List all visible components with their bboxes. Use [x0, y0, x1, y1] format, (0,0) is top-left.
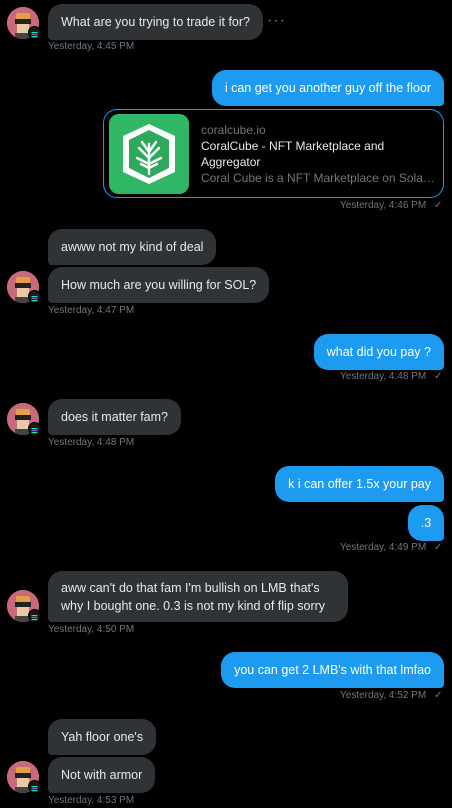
message-bubble[interactable]: awww not my kind of deal — [48, 229, 217, 265]
message-bubble[interactable]: What are you trying to trade it for? — [48, 4, 263, 40]
solana-badge-icon — [28, 609, 41, 622]
message-timestamp: Yesterday, 4:50 PM — [48, 624, 135, 635]
more-options-icon[interactable]: ··· — [267, 12, 286, 30]
read-receipt-icon: ✓ — [434, 690, 443, 701]
message-bubble[interactable]: k i can offer 1.5x your pay — [275, 466, 444, 502]
link-title: CoralCube - NFT Marketplace and Aggregat… — [201, 138, 385, 169]
read-receipt-icon: ✓ — [434, 542, 443, 553]
message-bubble[interactable]: does it matter fam? — [48, 399, 181, 435]
message-bubble[interactable]: i can get you another guy off the floor — [211, 70, 444, 106]
message-bubble[interactable]: Not with armor — [48, 757, 156, 793]
message-timestamp: Yesterday, 4:48 PM — [340, 371, 427, 382]
message-bubble[interactable]: what did you pay ? — [313, 334, 444, 370]
solana-badge-icon — [28, 422, 41, 435]
solana-badge-icon — [28, 780, 41, 793]
message-timestamp: Yesterday, 4:46 PM — [340, 200, 427, 211]
message-timestamp: Yesterday, 4:48 PM — [48, 437, 135, 448]
link-preview-card[interactable]: coralcube.io CoralCube - NFT Marketplace… — [103, 109, 444, 198]
message-timestamp: Yesterday, 4:53 PM — [48, 795, 135, 806]
read-receipt-icon: ✓ — [434, 200, 443, 211]
coralcube-logo — [109, 113, 189, 194]
message-timestamp: Yesterday, 4:45 PM — [48, 41, 135, 52]
message-bubble[interactable]: aww can't do that fam I'm bullish on LMB… — [48, 571, 348, 622]
message-bubble[interactable]: Yah floor one's — [48, 719, 157, 755]
message-timestamp: Yesterday, 4:49 PM — [340, 542, 427, 553]
message-timestamp: Yesterday, 4:47 PM — [48, 305, 135, 316]
message-bubble[interactable]: How much are you willing for SOL? — [48, 267, 270, 303]
message-bubble[interactable]: you can get 2 LMB's with that lmfao — [221, 652, 444, 688]
link-description: Coral Cube is a NFT Marketplace on Solan… — [201, 170, 436, 185]
message-bubble[interactable]: .3 — [408, 505, 444, 541]
solana-badge-icon — [28, 290, 41, 303]
message-timestamp: Yesterday, 4:52 PM — [340, 690, 427, 701]
link-domain: coralcube.io — [201, 122, 266, 137]
read-receipt-icon: ✓ — [434, 371, 443, 382]
solana-badge-icon — [28, 26, 41, 39]
